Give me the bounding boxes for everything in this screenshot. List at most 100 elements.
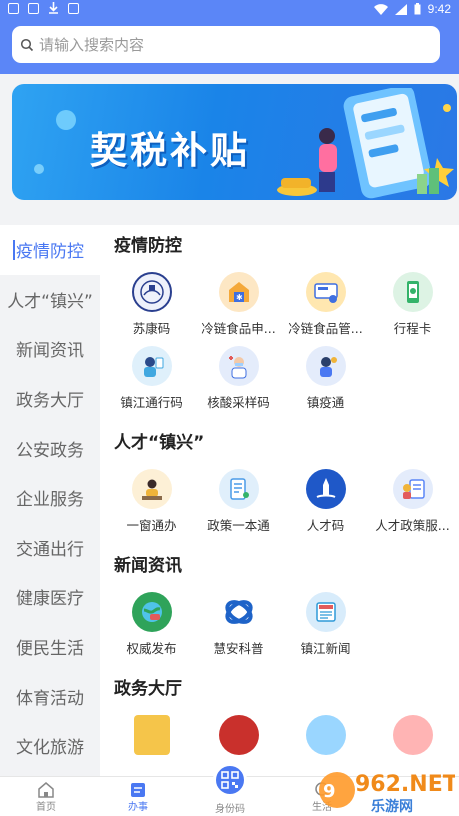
service-tile-label: 一窗通办 bbox=[126, 518, 177, 533]
service-tile-one-window[interactable]: 一窗通办 bbox=[108, 463, 195, 537]
app-notification-icon bbox=[68, 2, 79, 14]
section-title-news: 新闻资讯 bbox=[114, 556, 182, 576]
search-bar[interactable] bbox=[12, 26, 440, 63]
sidebar-item-news[interactable]: 新闻资讯 bbox=[0, 324, 100, 374]
watermark-subtitle: 乐游网 bbox=[371, 798, 413, 815]
tab-services[interactable]: 办事 bbox=[92, 777, 184, 816]
sidebar-item-enterprise[interactable]: 企业服务 bbox=[0, 473, 100, 523]
cold-chain-manage-icon bbox=[305, 272, 346, 312]
sidebar-item-label: 文化旅游 bbox=[16, 738, 84, 759]
service-tile-zhenyitong[interactable]: 镇疫通 bbox=[282, 340, 369, 414]
sidebar-item-label: 政务大厅 bbox=[16, 391, 84, 412]
banner-title: 契税补贴 bbox=[90, 129, 250, 172]
promo-banner[interactable]: 契税补贴 bbox=[12, 84, 457, 200]
banner-area: 契税补贴 bbox=[0, 74, 459, 225]
service-tile-label: 冷链食品管... bbox=[288, 321, 363, 336]
service-tile-travel-card[interactable]: 行程卡 bbox=[369, 266, 456, 340]
service-tile-sukangma[interactable]: 苏康码 bbox=[108, 266, 195, 340]
sidebar-item-sports[interactable]: 体育活动 bbox=[0, 671, 100, 721]
service-tile-label: 冷链食品申... bbox=[201, 321, 276, 336]
wifi-icon bbox=[373, 3, 388, 15]
service-tile-label: 镇江新闻 bbox=[300, 641, 351, 656]
service-tile-label: 人才政策服... bbox=[375, 518, 450, 533]
service-icon bbox=[392, 715, 433, 755]
service-tile-label: 核酸采样码 bbox=[207, 395, 270, 410]
banner-bubble-decoration-small bbox=[34, 164, 44, 174]
sidebar-item-health[interactable]: 健康医疗 bbox=[0, 572, 100, 622]
signal-icon bbox=[394, 3, 407, 15]
header bbox=[0, 18, 459, 74]
status-time: 9:42 bbox=[427, 2, 451, 16]
service-tile-policy-book[interactable]: 政策一本通 bbox=[195, 463, 282, 537]
service-tile-talent-policy[interactable]: 人才政策服... bbox=[369, 463, 456, 537]
section-title-epidemic: 疫情防控 bbox=[114, 236, 182, 256]
sidebar-item-transport[interactable]: 交通出行 bbox=[0, 523, 100, 573]
sidebar-item-government-hall[interactable]: 政务大厅 bbox=[0, 374, 100, 424]
download-icon bbox=[49, 2, 58, 14]
service-tile-talent-code[interactable]: 人才码 bbox=[282, 463, 369, 537]
notification-icon bbox=[8, 2, 19, 14]
sidebar-item-epidemic[interactable]: 疫情防控 bbox=[0, 225, 100, 275]
nucleic-sample-icon bbox=[218, 346, 259, 386]
service-tile-official-release[interactable]: 权威发布 bbox=[108, 586, 195, 660]
policy-book-icon bbox=[218, 469, 259, 509]
zhenjiang-news-icon bbox=[305, 592, 346, 632]
tab-identity-code[interactable]: 身份码 bbox=[184, 763, 276, 816]
sukangma-icon bbox=[131, 272, 172, 312]
svg-text:9: 9 bbox=[323, 781, 336, 802]
home-icon bbox=[38, 782, 54, 798]
service-tile-label: 权威发布 bbox=[126, 641, 177, 656]
sidebar-item-label: 企业服务 bbox=[16, 490, 84, 511]
search-input[interactable] bbox=[39, 35, 419, 54]
service-tile-nucleic-sample[interactable]: 核酸采样码 bbox=[195, 340, 282, 414]
service-tile-label: 政策一本通 bbox=[207, 518, 270, 533]
huian-science-icon bbox=[218, 592, 259, 632]
talent-policy-icon bbox=[392, 469, 433, 509]
sidebar-item-label: 疫情防控 bbox=[16, 242, 84, 263]
status-bar: 9:42 bbox=[0, 0, 459, 18]
service-tile-zhenjiang-news[interactable]: 镇江新闻 bbox=[282, 586, 369, 660]
status-notification-icons bbox=[8, 2, 79, 14]
banner-phone-illustration bbox=[277, 88, 454, 199]
service-tile-partial[interactable] bbox=[108, 709, 195, 776]
service-grid-talent: 一窗通办 政策一本通 人才码 人才政策服... bbox=[100, 463, 459, 537]
watermark-brand: 962.NET bbox=[355, 772, 455, 797]
zhenjiang-pass-icon bbox=[131, 346, 172, 386]
svg-text:✱: ✱ bbox=[236, 293, 243, 302]
service-grid-epidemic: 苏康码 ✱ 冷链食品申... 冷链食品管... 行程卡 镇江通行码 核酸采样码 … bbox=[100, 266, 459, 414]
sidebar-item-label: 公安政务 bbox=[16, 440, 84, 461]
emblem-icon bbox=[218, 715, 259, 755]
cold-chain-declare-icon: ✱ bbox=[218, 272, 259, 312]
tab-label: 身份码 bbox=[215, 804, 245, 815]
qr-code-icon bbox=[213, 763, 247, 797]
sidebar-item-label: 健康医疗 bbox=[16, 589, 84, 610]
sidebar-item-label: 体育活动 bbox=[16, 688, 84, 709]
service-tile-label: 镇江通行码 bbox=[120, 395, 183, 410]
tab-label: 办事 bbox=[128, 802, 148, 813]
sidebar-item-convenience[interactable]: 便民生活 bbox=[0, 622, 100, 672]
sidebar-item-talent[interactable]: 人才“镇兴” bbox=[0, 275, 100, 325]
sidebar-item-culture-travel[interactable]: 文化旅游 bbox=[0, 721, 100, 771]
sidebar-item-label: 交通出行 bbox=[16, 539, 84, 560]
building-icon bbox=[305, 715, 346, 755]
service-tile-cold-chain-manage[interactable]: 冷链食品管... bbox=[282, 266, 369, 340]
section-title-government-hall: 政务大厅 bbox=[114, 679, 182, 699]
sidebar-item-public-security[interactable]: 公安政务 bbox=[0, 423, 100, 473]
one-window-icon bbox=[131, 469, 172, 509]
sidebar-item-label: 人才“镇兴” bbox=[7, 291, 93, 312]
watermark-logo: 9 962.NET 乐游网 bbox=[315, 764, 458, 816]
service-tile-label: 人才码 bbox=[306, 518, 345, 533]
sidebar-item-label: 新闻资讯 bbox=[16, 341, 84, 362]
official-release-icon bbox=[131, 592, 172, 632]
travel-card-icon bbox=[392, 272, 433, 312]
service-tile-cold-chain-declare[interactable]: ✱ 冷链食品申... bbox=[195, 266, 282, 340]
service-tile-label: 苏康码 bbox=[132, 321, 171, 336]
section-title-talent: 人才“镇兴” bbox=[114, 433, 205, 453]
service-tile-label: 行程卡 bbox=[393, 321, 432, 336]
service-tile-huian-science[interactable]: 慧安科普 bbox=[195, 586, 282, 660]
zhenyitong-icon bbox=[305, 346, 346, 386]
tab-home[interactable]: 首页 bbox=[0, 777, 92, 816]
mail-icon bbox=[28, 2, 39, 14]
services-icon bbox=[131, 783, 145, 797]
service-tile-zhenjiang-pass[interactable]: 镇江通行码 bbox=[108, 340, 195, 414]
